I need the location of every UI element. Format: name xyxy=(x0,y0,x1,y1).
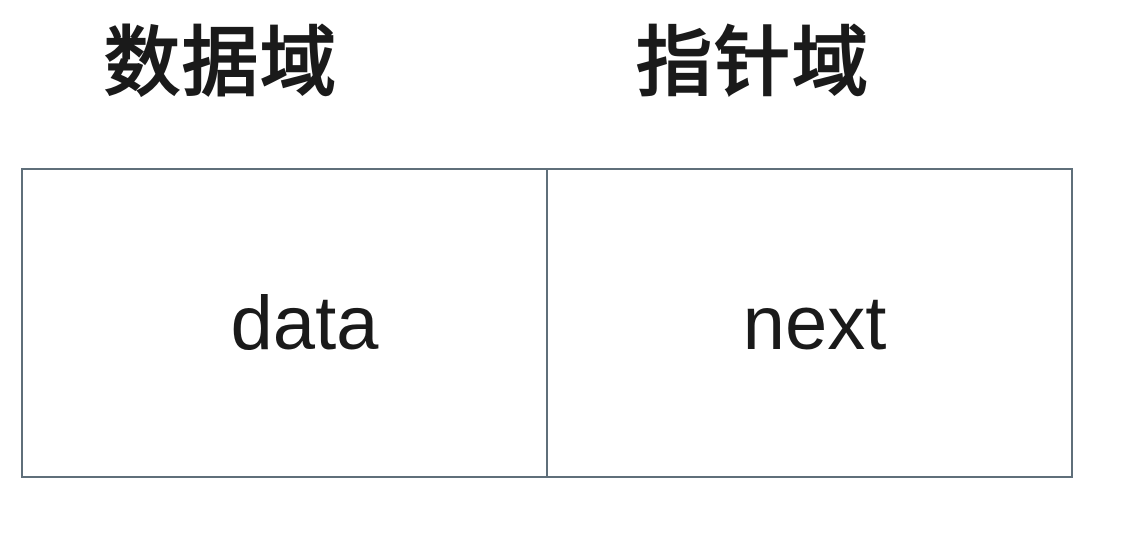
data-field-heading: 数据域 xyxy=(104,18,338,107)
next-pointer-cell: next xyxy=(546,170,1071,476)
data-cell-label: data xyxy=(230,280,379,366)
linked-list-node: data next xyxy=(21,168,1073,478)
data-cell: data xyxy=(23,170,546,476)
next-cell-label: next xyxy=(742,280,887,366)
pointer-field-heading: 指针域 xyxy=(636,18,870,107)
